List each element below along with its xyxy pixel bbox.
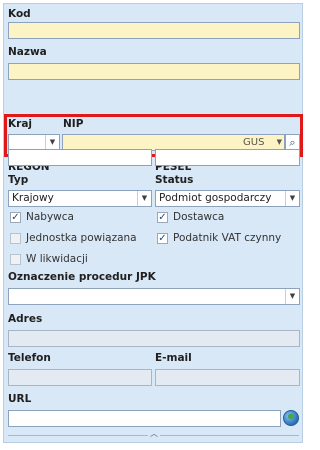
status-combo[interactable]: Podmiot gospodarczy ▼: [155, 190, 300, 207]
jpk-combo[interactable]: ▼: [8, 288, 300, 305]
telefon-field[interactable]: [8, 369, 152, 386]
email-label: E-mail: [155, 352, 192, 364]
nabywca-checkbox[interactable]: ✓ Nabywca: [10, 210, 74, 224]
pesel-field[interactable]: [155, 149, 300, 166]
telefon-label: Telefon: [8, 352, 51, 364]
adres-label: Adres: [8, 313, 43, 325]
nip-label: NIP: [63, 118, 84, 130]
chevron-down-icon[interactable]: ▼: [285, 289, 299, 304]
dostawca-label: Dostawca: [173, 211, 225, 223]
empty-checkbox-icon: [10, 232, 21, 244]
status-label: Status: [155, 174, 194, 186]
jednostka-label: Jednostka powiązana: [26, 232, 137, 244]
dostawca-checkbox[interactable]: ✓ Dostawca: [157, 210, 224, 224]
nazwa-label: Nazwa: [8, 46, 47, 58]
email-field[interactable]: [155, 369, 300, 386]
chevron-up-icon[interactable]: ︿: [148, 429, 160, 439]
jpk-label: Oznaczenie procedur JPK: [8, 271, 156, 283]
status-value: Podmiot gospodarczy: [159, 192, 272, 204]
url-label: URL: [8, 393, 32, 405]
checkmark-icon: ✓: [157, 232, 168, 244]
kod-label: Kod: [8, 8, 31, 20]
typ-combo[interactable]: Krajowy ▼: [8, 190, 152, 207]
vat-checkbox[interactable]: ✓ Podatnik VAT czynny: [157, 231, 281, 245]
likwidacji-checkbox[interactable]: W likwidacji: [10, 252, 88, 266]
kod-field[interactable]: [8, 22, 300, 39]
checkmark-icon: ✓: [10, 211, 21, 223]
gus-label: GUS: [243, 137, 265, 148]
chevron-down-icon[interactable]: ▼: [137, 191, 151, 206]
url-field[interactable]: [8, 410, 281, 427]
jednostka-checkbox[interactable]: Jednostka powiązana: [10, 231, 137, 245]
nabywca-label: Nabywca: [26, 211, 74, 223]
empty-checkbox-icon: [10, 253, 21, 265]
chevron-down-icon[interactable]: ▼: [285, 191, 299, 206]
nazwa-field[interactable]: [8, 63, 300, 80]
checkmark-icon: ✓: [157, 211, 168, 223]
chevron-down-icon[interactable]: ▼: [45, 135, 59, 150]
globe-icon[interactable]: [283, 410, 299, 426]
regon-field[interactable]: [8, 149, 152, 166]
adres-field[interactable]: [8, 330, 300, 347]
likwidacji-label: W likwidacji: [26, 253, 88, 265]
typ-value: Krajowy: [12, 192, 54, 204]
kraj-label: Kraj: [8, 118, 32, 130]
vat-label: Podatnik VAT czynny: [173, 232, 282, 244]
typ-label: Typ: [8, 174, 29, 186]
